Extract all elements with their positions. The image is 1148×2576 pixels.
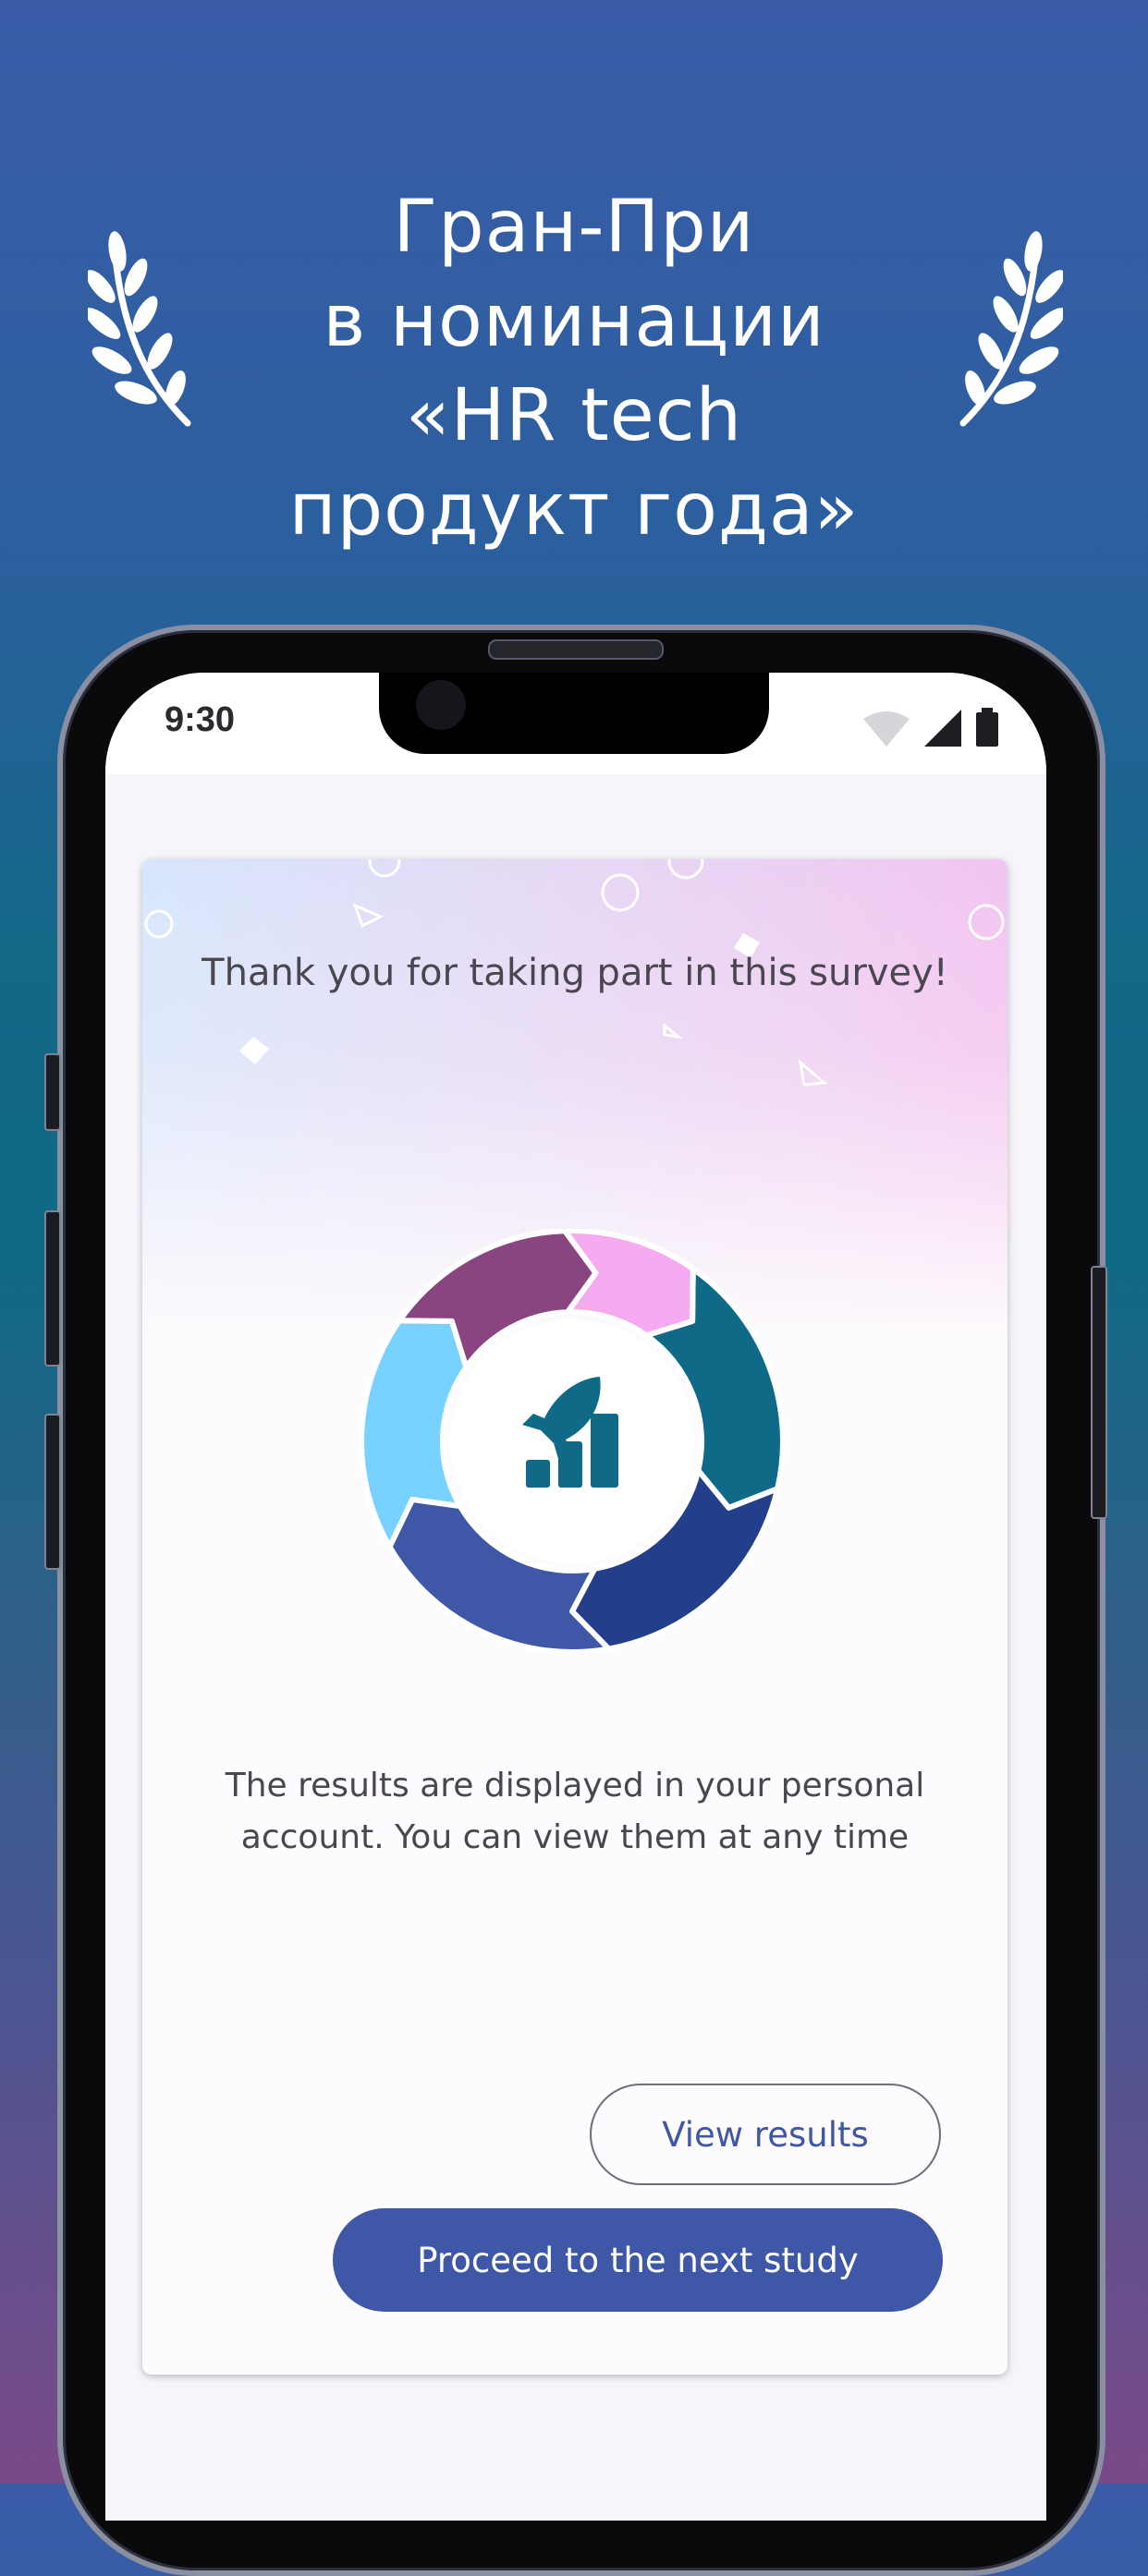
camera-notch: [379, 673, 769, 754]
next-study-button[interactable]: Proceed to the next study: [333, 2208, 943, 2312]
volume-up-button: [44, 1210, 61, 1367]
power-button: [1091, 1266, 1107, 1519]
earpiece-speaker: [488, 639, 664, 660]
survey-complete-card: Thank you for taking part in this survey…: [142, 859, 1008, 2375]
bar-mark: [591, 1414, 618, 1488]
view-results-button[interactable]: View results: [590, 2084, 941, 2185]
laurel-icon: [88, 231, 191, 427]
laurel-icon: [959, 231, 1063, 427]
mute-switch: [44, 1053, 61, 1131]
headline-line: продукт года»: [288, 468, 860, 552]
battery-icon: [976, 708, 998, 747]
volume-down-button: [44, 1414, 61, 1570]
signal-icon: [924, 710, 961, 747]
status-icons: [863, 708, 998, 747]
wifi-icon: [863, 711, 910, 747]
phone-screen: 9:30 Thank you for taking part in this s…: [105, 673, 1046, 2521]
bar-mark: [526, 1460, 550, 1488]
results-info-text: The results are displayed in your person…: [225, 1767, 925, 1856]
cycle-growth-icon: [360, 1229, 785, 1654]
thanks-message: Thank you for taking part in this survey…: [202, 952, 948, 994]
front-camera: [416, 680, 466, 730]
status-time: 9:30: [165, 700, 236, 739]
